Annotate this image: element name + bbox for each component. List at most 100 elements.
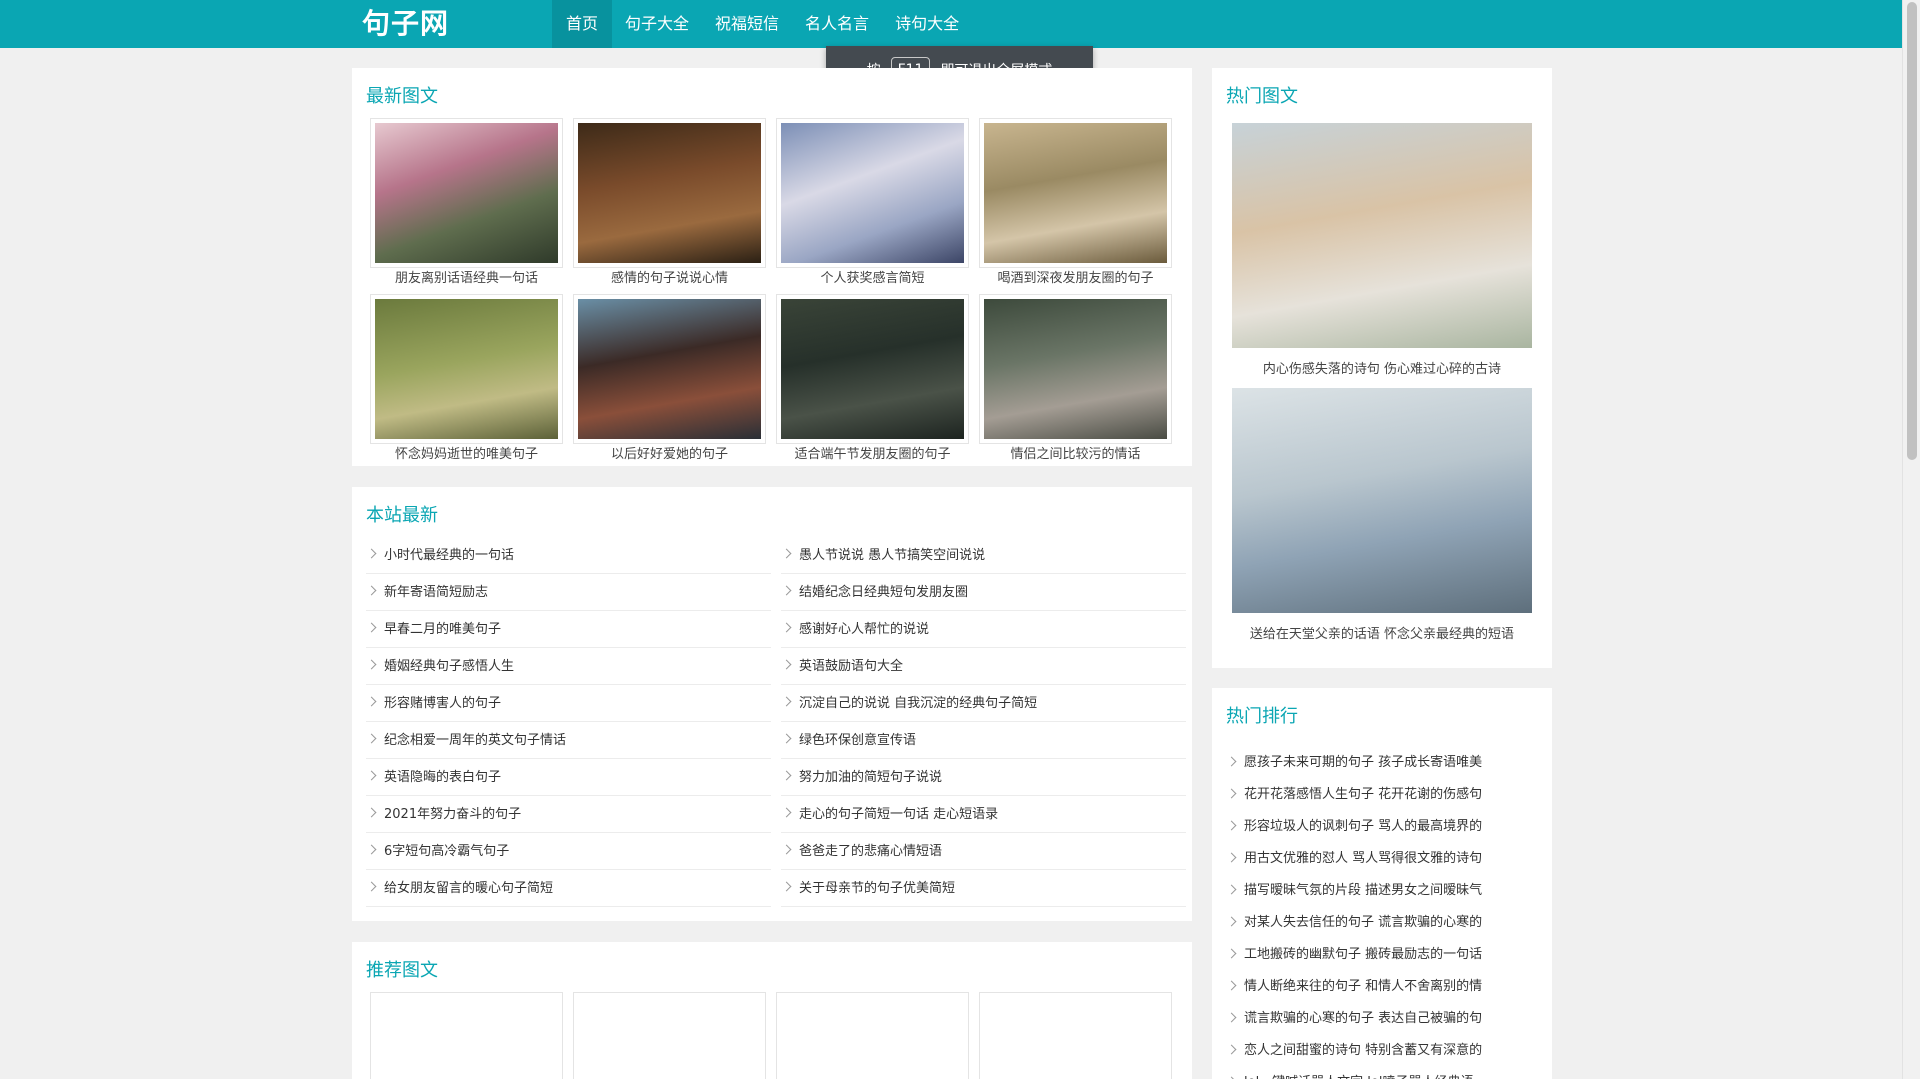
rank-item-label: 描写暧昧气氛的片段 描述男女之间暧昧气 bbox=[1244, 883, 1483, 898]
list-item[interactable]: 沉淀自己的说说 自我沉淀的经典句子简短 bbox=[781, 685, 1186, 722]
hot-image bbox=[1232, 123, 1532, 348]
image-card-placeholder[interactable] bbox=[370, 992, 563, 1079]
nav-blessing-sms[interactable]: 祝福短信 bbox=[702, 0, 792, 48]
list-item[interactable]: 努力加油的简短句子说说 bbox=[781, 759, 1186, 796]
list-item[interactable]: 感谢好心人帮忙的说说 bbox=[781, 611, 1186, 648]
image-card-placeholder[interactable] bbox=[573, 992, 766, 1079]
hot-image bbox=[1232, 388, 1532, 613]
list-item[interactable]: 形容赌博害人的句子 bbox=[366, 685, 771, 722]
chevron-right-icon bbox=[366, 733, 377, 743]
list-item[interactable]: 英语鼓励语句大全 bbox=[781, 648, 1186, 685]
list-item[interactable]: 结婚纪念日经典短句发朋友圈 bbox=[781, 574, 1186, 611]
list-item-label: 关于母亲节的句子优美简短 bbox=[799, 880, 956, 896]
chevron-right-icon bbox=[1226, 820, 1237, 830]
list-item[interactable]: 早春二月的唯美句子 bbox=[366, 611, 771, 648]
list-item-label: 绿色环保创意宣传语 bbox=[799, 732, 917, 748]
nav-poems[interactable]: 诗句大全 bbox=[882, 0, 972, 48]
top-header: 句子网 首页 句子大全 祝福短信 名人名言 诗句大全 bbox=[0, 0, 1902, 48]
rank-item[interactable]: 对某人失去信任的句子 谎言欺骗的心寒的 bbox=[1226, 907, 1536, 939]
rank-item[interactable]: 情人断绝来往的句子 和情人不舍离别的情 bbox=[1226, 971, 1536, 1003]
rank-item-label: 花开花落感悟人生句子 花开花谢的伤感句 bbox=[1244, 787, 1483, 802]
image-caption: 个人获奖感言简短 bbox=[820, 271, 925, 286]
rank-item-label: 形容垃圾人的讽刺句子 骂人的最高境界的 bbox=[1244, 819, 1483, 834]
image-card[interactable]: 怀念妈妈逝世的唯美句子 bbox=[370, 294, 563, 464]
chevron-right-icon bbox=[781, 881, 792, 891]
list-item[interactable]: 纪念相爱一周年的英文句子情话 bbox=[366, 722, 771, 759]
image-card-placeholder[interactable] bbox=[776, 992, 969, 1079]
list-item[interactable]: 给女朋友留言的暖心句子简短 bbox=[366, 870, 771, 907]
nav-famous-quotes[interactable]: 名人名言 bbox=[792, 0, 882, 48]
image-card[interactable]: 适合端午节发朋友圈的句子 bbox=[776, 294, 969, 464]
hot-image-caption: 送给在天堂父亲的话语 怀念父亲最经典的短语 bbox=[1249, 627, 1515, 642]
rank-item-label: lol一键喊话骂人文字 lol喷子骂人经典语 bbox=[1244, 1067, 1474, 1079]
image-card[interactable]: 喝酒到深夜发朋友圈的句子 bbox=[979, 118, 1172, 288]
rank-item-label: 用古文优雅的怼人 骂人骂得很文雅的诗句 bbox=[1244, 851, 1483, 866]
list-item[interactable]: 爸爸走了的悲痛心情短语 bbox=[781, 833, 1186, 870]
list-item-label: 婚姻经典句子感悟人生 bbox=[384, 658, 515, 674]
rank-item[interactable]: lol一键喊话骂人文字 lol喷子骂人经典语 bbox=[1226, 1067, 1536, 1079]
rank-item[interactable]: 用古文优雅的怼人 骂人骂得很文雅的诗句 bbox=[1226, 843, 1536, 875]
list-item[interactable]: 关于母亲节的句子优美简短 bbox=[781, 870, 1186, 907]
image-card[interactable]: 情侣之间比较污的情话 bbox=[979, 294, 1172, 464]
list-item-label: 早春二月的唯美句子 bbox=[384, 621, 502, 637]
thumbnail-image bbox=[578, 299, 761, 439]
hot-ranking-panel: 热门排行 愿孩子未来可期的句子 孩子成长寄语唯美 花开花落感悟人生句子 花开花谢… bbox=[1212, 688, 1552, 1079]
scrollbar-thumb[interactable] bbox=[1907, 2, 1917, 460]
rank-item[interactable]: 恋人之间甜蜜的诗句 特别含蓄又有深意的 bbox=[1226, 1035, 1536, 1067]
latest-images-grid: 朋友离别话语经典一句话 感情的句子说说心情 个人获奖感言简短 喝酒到深夜发朋友圈… bbox=[370, 118, 1172, 464]
hot-image-card[interactable]: 内心伤感失落的诗句 伤心难过心碎的古诗 bbox=[1232, 123, 1532, 377]
image-card[interactable]: 朋友离别话语经典一句话 bbox=[370, 118, 563, 288]
chevron-right-icon bbox=[366, 622, 377, 632]
chevron-right-icon bbox=[1226, 1012, 1237, 1022]
image-card[interactable]: 以后好好爱她的句子 bbox=[573, 294, 766, 464]
image-caption: 怀念妈妈逝世的唯美句子 bbox=[394, 447, 538, 462]
list-item[interactable]: 婚姻经典句子感悟人生 bbox=[366, 648, 771, 685]
rank-item[interactable]: 描写暧昧气氛的片段 描述男女之间暧昧气 bbox=[1226, 875, 1536, 907]
thumbnail-image bbox=[578, 123, 761, 263]
hot-image-card[interactable]: 送给在天堂父亲的话语 怀念父亲最经典的短语 bbox=[1232, 388, 1532, 642]
rank-item[interactable]: 花开花落感悟人生句子 花开花谢的伤感句 bbox=[1226, 779, 1536, 811]
list-item-label: 形容赌博害人的句子 bbox=[384, 695, 502, 711]
list-item-label: 感谢好心人帮忙的说说 bbox=[799, 621, 930, 637]
image-caption: 喝酒到深夜发朋友圈的句子 bbox=[997, 271, 1154, 286]
image-caption: 情侣之间比较污的情话 bbox=[1010, 447, 1141, 462]
rank-item[interactable]: 谎言欺骗的心寒的句子 表达自己被骗的句 bbox=[1226, 1003, 1536, 1035]
chevron-right-icon bbox=[781, 659, 792, 669]
page-scrollbar[interactable] bbox=[1902, 0, 1920, 1079]
rank-item[interactable]: 形容垃圾人的讽刺句子 骂人的最高境界的 bbox=[1226, 811, 1536, 843]
thumbnail-image bbox=[375, 123, 558, 263]
image-card-placeholder[interactable] bbox=[979, 992, 1172, 1079]
list-item[interactable]: 2021年努力奋斗的句子 bbox=[366, 796, 771, 833]
chevron-right-icon bbox=[781, 844, 792, 854]
rank-item[interactable]: 愿孩子未来可期的句子 孩子成长寄语唯美 bbox=[1226, 747, 1536, 779]
chevron-right-icon bbox=[366, 770, 377, 780]
rank-item[interactable]: 工地搬砖的幽默句子 搬砖最励志的一句话 bbox=[1226, 939, 1536, 971]
list-item[interactable]: 6字短句高冷霸气句子 bbox=[366, 833, 771, 870]
image-card[interactable]: 个人获奖感言简短 bbox=[776, 118, 969, 288]
nav-sentences[interactable]: 句子大全 bbox=[612, 0, 702, 48]
chevron-right-icon bbox=[1226, 852, 1237, 862]
list-item-label: 努力加油的简短句子说说 bbox=[799, 769, 943, 785]
latest-images-title: 最新图文 bbox=[366, 86, 438, 107]
thumbnail-image bbox=[375, 299, 558, 439]
list-item[interactable]: 小时代最经典的一句话 bbox=[366, 537, 771, 574]
list-item[interactable]: 英语隐晦的表白句子 bbox=[366, 759, 771, 796]
site-latest-panel: 本站最新 小时代最经典的一句话 愚人节说说 愚人节搞笑空间说说 新年寄语简短励志… bbox=[352, 487, 1192, 921]
nav-home[interactable]: 首页 bbox=[552, 0, 613, 48]
list-item[interactable]: 新年寄语简短励志 bbox=[366, 574, 771, 611]
list-item[interactable]: 愚人节说说 愚人节搞笑空间说说 bbox=[781, 537, 1186, 574]
recommended-grid bbox=[370, 992, 1172, 1079]
chevron-right-icon bbox=[1226, 916, 1237, 926]
hot-images-title: 热门图文 bbox=[1226, 86, 1298, 107]
chevron-right-icon bbox=[1226, 980, 1237, 990]
thumbnail-image bbox=[781, 299, 964, 439]
site-logo[interactable]: 句子网 bbox=[362, 6, 449, 42]
hot-ranking-list: 愿孩子未来可期的句子 孩子成长寄语唯美 花开花落感悟人生句子 花开花谢的伤感句 … bbox=[1226, 747, 1536, 1079]
image-caption: 感情的句子说说心情 bbox=[610, 271, 728, 286]
image-card[interactable]: 感情的句子说说心情 bbox=[573, 118, 766, 288]
list-item-label: 纪念相爱一周年的英文句子情话 bbox=[384, 732, 567, 748]
list-item[interactable]: 绿色环保创意宣传语 bbox=[781, 722, 1186, 759]
list-item[interactable]: 走心的句子简短一句话 走心短语录 bbox=[781, 796, 1186, 833]
list-item-label: 新年寄语简短励志 bbox=[384, 584, 489, 600]
chevron-right-icon bbox=[1226, 1044, 1237, 1054]
